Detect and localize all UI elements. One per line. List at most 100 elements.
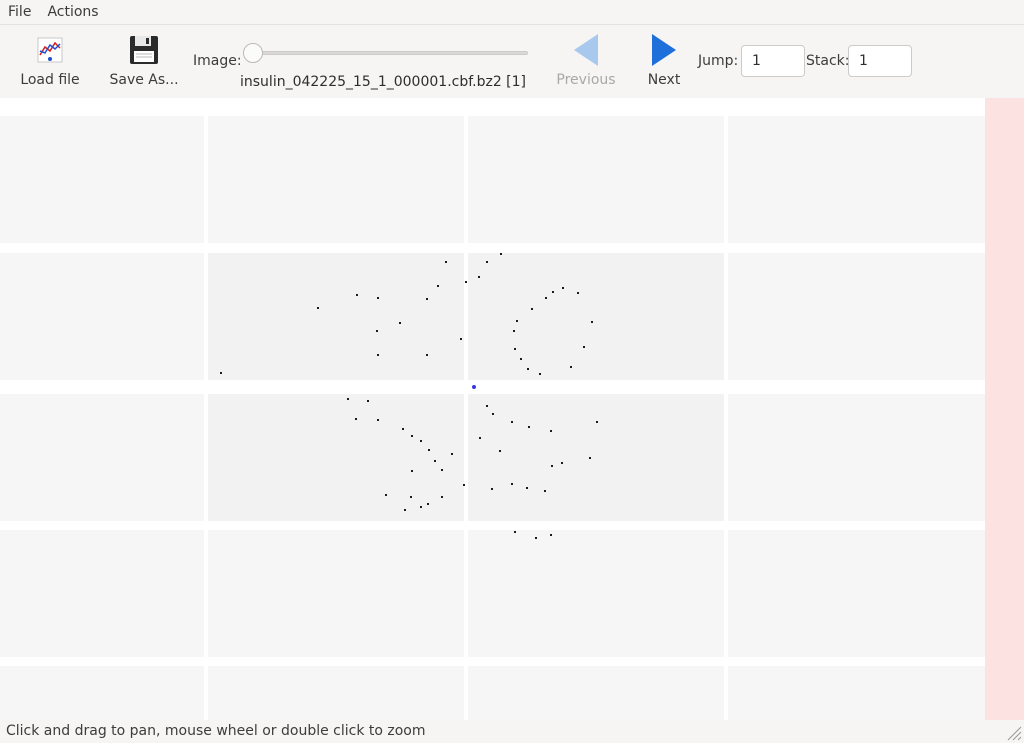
detector-module <box>208 666 464 720</box>
menu-actions[interactable]: Actions <box>39 4 106 20</box>
image-slider-handle[interactable] <box>243 43 263 63</box>
stack-value: 1 <box>859 53 868 69</box>
diffraction-spot <box>428 449 430 451</box>
detector-module <box>468 530 724 657</box>
detector-module <box>468 666 724 720</box>
image-label: Image: <box>193 53 242 69</box>
diffraction-spot <box>377 297 379 299</box>
diffraction-spot <box>514 531 516 533</box>
diffraction-spot <box>589 457 591 459</box>
diffraction-spot <box>426 298 428 300</box>
diffraction-spot <box>376 330 378 332</box>
detector-module <box>0 666 204 720</box>
diffraction-spot <box>445 261 447 263</box>
diffraction-spot <box>516 320 518 322</box>
diffraction-spot <box>367 400 369 402</box>
diffraction-spot <box>583 346 585 348</box>
detector-module <box>728 666 985 720</box>
diffraction-spot <box>465 281 467 283</box>
diffraction-spot <box>441 469 443 471</box>
diffraction-spot <box>347 398 349 400</box>
diffraction-spot <box>552 291 554 293</box>
diffraction-spot <box>402 428 404 430</box>
previous-button[interactable]: Previous <box>552 32 620 94</box>
resize-grip-icon[interactable] <box>1004 723 1022 741</box>
load-file-button[interactable]: Load file <box>16 32 84 94</box>
detector-module <box>0 116 204 243</box>
diffraction-spot <box>420 440 422 442</box>
image-filename: insulin_042225_15_1_000001.cbf.bz2 [1] <box>240 74 527 90</box>
diffraction-spot <box>596 421 598 423</box>
diffraction-spot <box>550 534 552 536</box>
diffraction-spot <box>539 373 541 375</box>
toolbar: Load file Save As... Image: insulin_0422… <box>0 26 1024 98</box>
diffraction-spot <box>426 354 428 356</box>
diffraction-spot <box>434 460 436 462</box>
diffraction-spot <box>479 437 481 439</box>
diffraction-spot <box>437 285 439 287</box>
diffraction-spot <box>377 419 379 421</box>
diffraction-spot <box>527 368 529 370</box>
diffraction-spot <box>486 405 488 407</box>
detector-module <box>208 394 464 521</box>
diffraction-spot <box>411 435 413 437</box>
detector-module <box>728 116 985 243</box>
statusbar: Click and drag to pan, mouse wheel or do… <box>0 720 1024 743</box>
diffraction-spot <box>499 450 501 452</box>
diffraction-spot <box>535 537 537 539</box>
jump-label: Jump: <box>698 53 739 69</box>
image-slider-track[interactable] <box>252 51 528 55</box>
detector-module <box>208 253 464 380</box>
diffraction-spot <box>528 426 530 428</box>
diffraction-spot <box>356 294 358 296</box>
diffraction-spot <box>520 358 522 360</box>
diffraction-spot <box>420 506 422 508</box>
detector-module <box>0 253 204 380</box>
diffraction-spot <box>427 503 429 505</box>
diffraction-spot <box>570 366 572 368</box>
floppy-disk-icon <box>126 32 162 68</box>
menu-file[interactable]: File <box>0 4 39 20</box>
next-label: Next <box>647 72 681 88</box>
side-strip <box>985 98 1024 720</box>
detector-image <box>0 116 985 720</box>
detector-module <box>468 253 724 380</box>
diffraction-spot <box>460 338 462 340</box>
diffraction-spot <box>220 372 222 374</box>
diffraction-spot <box>561 462 563 464</box>
diffraction-spot <box>577 292 579 294</box>
diffraction-spot <box>410 496 412 498</box>
diffraction-spot <box>545 297 547 299</box>
stack-input[interactable]: 1 <box>848 45 912 77</box>
load-file-label: Load file <box>20 72 80 88</box>
detector-module <box>728 394 985 521</box>
diffraction-image-view[interactable] <box>0 98 985 720</box>
arrow-left-icon <box>568 32 604 68</box>
diffraction-spot <box>491 488 493 490</box>
diffraction-spot <box>562 287 564 289</box>
diffraction-spot <box>513 330 515 332</box>
save-as-label: Save As... <box>109 72 179 88</box>
detector-module <box>728 530 985 657</box>
diffraction-spot <box>500 253 502 255</box>
jump-input[interactable]: 1 <box>741 45 805 77</box>
diffraction-spot <box>492 413 494 415</box>
diffraction-spot <box>441 496 443 498</box>
diffraction-spot <box>317 307 319 309</box>
diffraction-spot <box>514 348 516 350</box>
save-as-button[interactable]: Save As... <box>109 32 179 94</box>
diffraction-spot <box>531 308 533 310</box>
next-button[interactable]: Next <box>630 32 698 94</box>
beam-center-marker <box>472 385 476 389</box>
diffraction-spot <box>411 470 413 472</box>
detector-module <box>468 116 724 243</box>
menubar: File Actions <box>0 0 1024 25</box>
detector-module <box>468 394 724 521</box>
diffraction-spot <box>399 322 401 324</box>
detector-module <box>728 253 985 380</box>
chart-load-icon <box>32 32 68 68</box>
previous-label: Previous <box>556 72 616 88</box>
diffraction-spot <box>478 276 480 278</box>
arrow-right-icon <box>646 32 682 68</box>
detector-module <box>208 116 464 243</box>
